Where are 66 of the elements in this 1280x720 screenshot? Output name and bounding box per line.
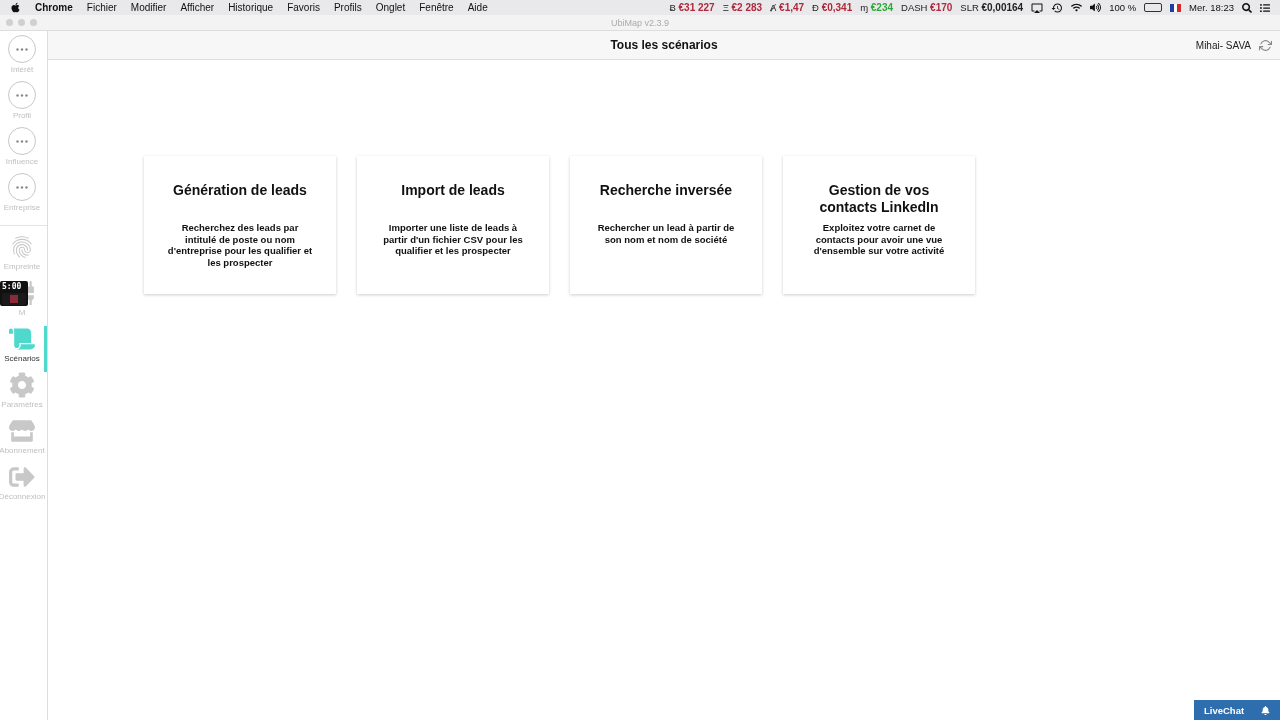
ticker-value: €31 227: [678, 2, 715, 13]
ticker-value: €170: [930, 2, 953, 13]
battery-icon[interactable]: [1144, 3, 1163, 12]
scenario-card[interactable]: Import de leads Importer une liste de leads à partir d'un fichier CSV pour les qualifier et les prospecter: [357, 156, 549, 294]
settings-icon: [9, 372, 35, 398]
dots-icon: [16, 93, 28, 97]
search-icon[interactable]: [1242, 2, 1252, 13]
ticker-symbol: Ð: [812, 2, 819, 13]
menu-item[interactable]: Fenêtre: [419, 2, 454, 13]
menu-item[interactable]: Modifier: [130, 2, 167, 13]
ticker-symbol: Ƀ: [669, 2, 676, 13]
card-description: Recherchez des leads par intitulé de poste ou nom d'entreprise pour les qualifier et les prospecter: [166, 222, 314, 268]
sidebar-item[interactable]: Scénarios: [0, 326, 47, 372]
ticker-value: €0,341: [821, 2, 853, 13]
user-name: Mihai- SAVA: [1195, 39, 1251, 51]
fingerprint-icon: [9, 234, 35, 260]
sidebar-label: Abonnement: [0, 446, 45, 455]
sidebar-label: Scénarios: [4, 354, 40, 363]
ticker-value: €0,00164: [981, 2, 1024, 13]
wifi-icon[interactable]: [1071, 2, 1083, 13]
card-title: Génération de leads: [173, 182, 307, 200]
ticker-symbol: Ξ: [722, 2, 729, 13]
scroll-icon: [9, 326, 35, 352]
ticker-symbol: Ⱥ: [770, 2, 777, 13]
battery-percentage[interactable]: 100 %: [1109, 2, 1137, 13]
ticker-symbol: DASH: [901, 2, 928, 13]
volume-icon[interactable]: [1090, 2, 1102, 13]
card-title: Gestion de vos contacts LinkedIn: [818, 182, 940, 216]
ticker-value: €234: [870, 2, 894, 13]
window-title: UbiMap v2.3.9: [611, 17, 669, 28]
card-description: Rechercher un lead à partir de son nom et nom de société: [596, 222, 736, 245]
ticker-symbol: SLR: [960, 2, 979, 13]
card-title: Recherche inversée: [599, 182, 733, 200]
recording-timer: 5:00: [2, 282, 23, 292]
apple-logo-icon[interactable]: [10, 2, 21, 13]
menu-item[interactable]: Favoris: [287, 2, 320, 13]
card-title: Import de leads: [401, 182, 505, 200]
dots-icon: [16, 185, 28, 189]
menu-clock[interactable]: Mer. 18:23: [1189, 2, 1234, 13]
menu-item[interactable]: Historique: [228, 2, 274, 13]
flag-icon[interactable]: [1170, 3, 1182, 12]
logout-icon: [9, 464, 35, 490]
menu-item[interactable]: Afficher: [180, 2, 215, 13]
list-icon[interactable]: [1260, 2, 1270, 13]
scenario-card[interactable]: Recherche inversée Rechercher un lead à partir de son nom et nom de société: [570, 156, 762, 294]
scenario-card[interactable]: Gestion de vos contacts LinkedIn Exploitez votre carnet de contacts pour avoir une vue d'ensemble sur votre activité: [783, 156, 975, 294]
ticker-symbol: ɱ: [860, 2, 869, 13]
card-description: Importer une liste de leads à partir d'un fichier CSV pour les qualifier et les prospecter: [382, 222, 524, 257]
bell-icon: [1261, 705, 1270, 715]
clock-history-icon[interactable]: [1051, 1, 1064, 14]
menu-item[interactable]: Chrome: [35, 2, 73, 13]
dots-icon: [16, 47, 28, 51]
refresh-icon[interactable]: [1259, 38, 1272, 52]
menu-item[interactable]: Profils: [333, 2, 362, 13]
card-description: Exploitez votre carnet de contacts pour avoir une vue d'ensemble sur votre activité: [812, 222, 946, 257]
ticker-value: €2 283: [731, 2, 763, 13]
store-icon: [9, 418, 35, 444]
page-title: Tous les scénarios: [610, 38, 718, 52]
menu-item[interactable]: Onglet: [375, 2, 406, 13]
menu-item[interactable]: Fichier: [86, 2, 117, 13]
airplay-icon[interactable]: [1031, 1, 1044, 14]
dots-icon: [16, 139, 28, 143]
ticker-value: €1,47: [779, 2, 805, 13]
menu-item[interactable]: Aide: [467, 2, 488, 13]
livechat-button[interactable]: LiveChat: [1194, 700, 1280, 720]
scenario-card[interactable]: Génération de leads Recherchez des leads par intitulé de poste ou nom d'entreprise pour les qualifier et les prospecter: [144, 156, 336, 294]
